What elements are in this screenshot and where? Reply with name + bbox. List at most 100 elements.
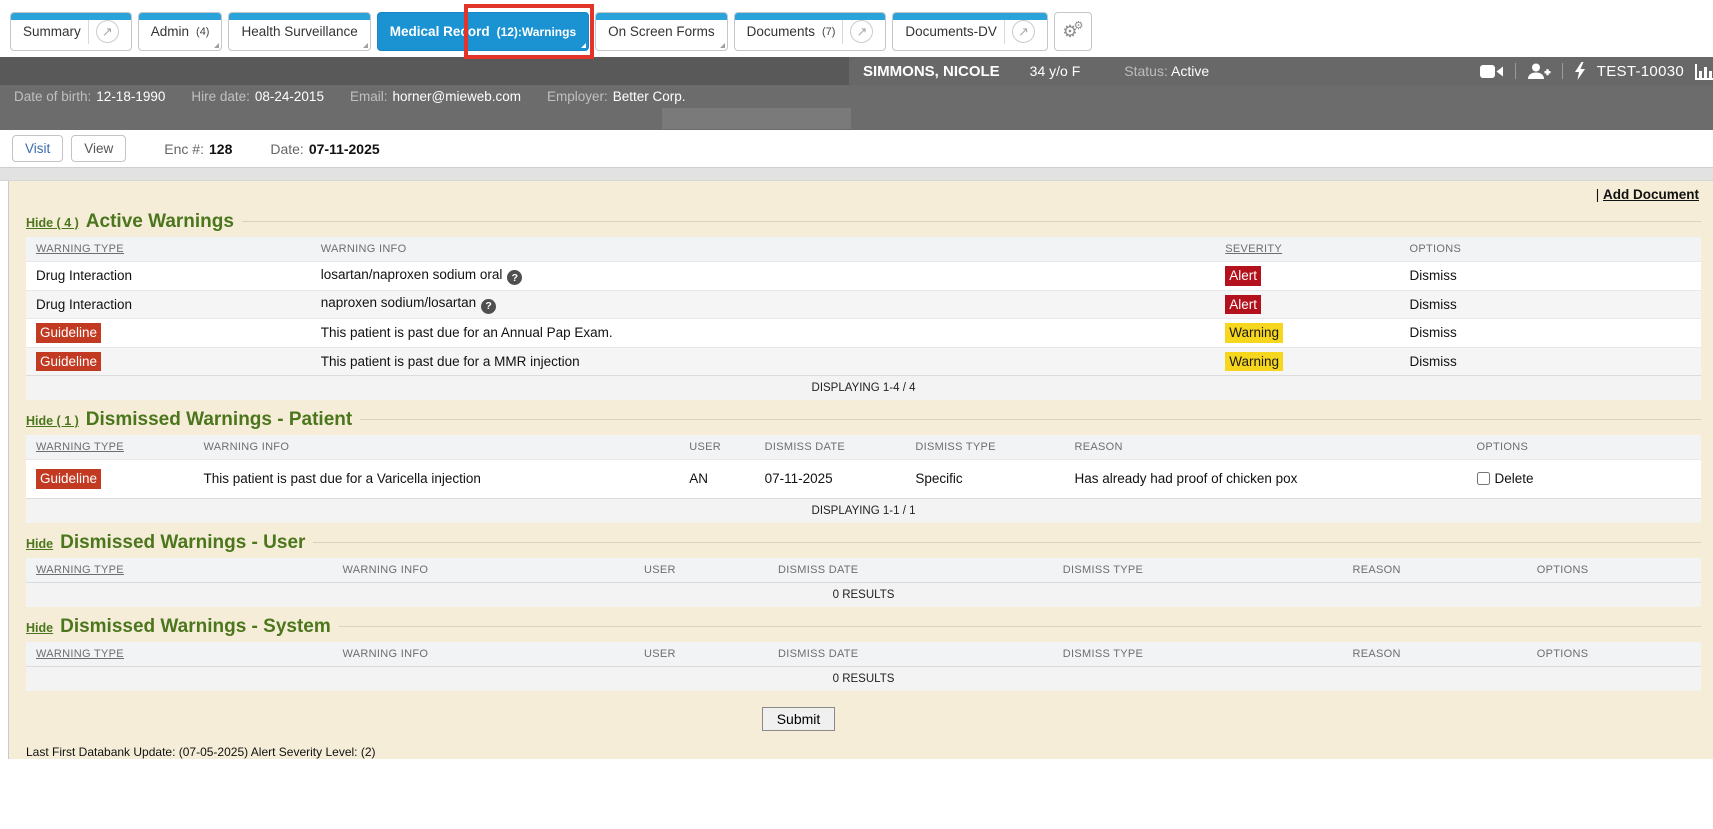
tab-on-screen-forms[interactable]: On Screen Forms (595, 12, 728, 51)
databank-note: Last First Databank Update: (07-05-2025)… (26, 745, 1701, 759)
help-icon[interactable]: ? (507, 270, 522, 285)
dismiss-type: Specific (905, 460, 1064, 499)
warning-type: Drug Interaction (26, 262, 311, 291)
dropdown-corner-icon (581, 43, 586, 48)
dob-field: Date of birth:12-18-1990 (14, 89, 165, 104)
hide-patient-link[interactable]: Hide ( 1 ) (26, 414, 79, 428)
popout-icon[interactable]: ↗ (850, 20, 873, 43)
lightning-icon[interactable] (1574, 62, 1586, 80)
visit-button[interactable]: Visit (12, 135, 63, 162)
encounter-row: Visit View Enc #:128 Date:07-11-2025 (0, 130, 1713, 167)
reason: Has already had proof of chicken pox (1065, 460, 1467, 499)
section-rule (360, 419, 1701, 420)
submit-button[interactable]: Submit (762, 707, 836, 731)
col-dismiss-type: DISMISS TYPE (1053, 558, 1343, 583)
warning-row: Guideline This patient is past due for a… (26, 319, 1701, 348)
warnings-content: | Add Document Hide ( 4 ) Active Warning… (0, 181, 1713, 759)
dismiss-link[interactable]: Dismiss (1410, 354, 1457, 369)
col-dismiss-type: DISMISS TYPE (905, 435, 1064, 460)
section-rule (242, 221, 1701, 222)
col-warning-type[interactable]: WARNING TYPE (26, 237, 311, 262)
hire-date-field: Hire date:08-24-2015 (191, 89, 324, 104)
dismiss-link[interactable]: Dismiss (1410, 297, 1457, 312)
tab-documents[interactable]: Documents (7) ↗ (734, 12, 887, 51)
col-dismiss-type: DISMISS TYPE (1053, 642, 1343, 667)
displaying-count: DISPLAYING 1-4 / 4 (26, 376, 1701, 401)
hide-system-link[interactable]: Hide (26, 621, 53, 635)
section-title: Dismissed Warnings - Patient (86, 409, 352, 431)
col-warning-info: WARNING INFO (333, 642, 635, 667)
banner-spacer (0, 108, 1713, 130)
tab-summary[interactable]: Summary ↗ (10, 12, 132, 51)
warning-info: This patient is past due for a Varicella… (194, 460, 680, 499)
displaying-count: DISPLAYING 1-1 / 1 (26, 498, 1701, 523)
tab-label: Documents (747, 24, 815, 39)
encounter-date: Date:07-11-2025 (270, 141, 379, 157)
tab-count: (4) (196, 26, 209, 38)
col-dismiss-date: DISMISS DATE (768, 558, 1053, 583)
add-document-link[interactable]: Add Document (1603, 187, 1699, 202)
col-dismiss-date: DISMISS DATE (755, 435, 906, 460)
dismiss-link[interactable]: Dismiss (1410, 268, 1457, 283)
warning-row: Drug Interaction naproxen sodium/losarta… (26, 290, 1701, 319)
col-reason: REASON (1065, 435, 1467, 460)
col-dismiss-date: DISMISS DATE (768, 642, 1053, 667)
help-icon[interactable]: ? (481, 299, 496, 314)
section-title: Active Warnings (86, 211, 234, 233)
tab-admin[interactable]: Admin (4) (138, 12, 223, 51)
warning-row: Guideline This patient is past due for a… (26, 347, 1701, 376)
video-camera-icon[interactable] (1480, 64, 1504, 79)
user: AN (679, 460, 754, 499)
col-warning-type[interactable]: WARNING TYPE (26, 435, 194, 460)
severity-badge: Warning (1225, 352, 1283, 372)
dismissed-patient-header: Hide ( 1 ) Dismissed Warnings - Patient (26, 409, 1701, 431)
dismiss-date: 07-11-2025 (755, 460, 906, 499)
paging-row: DISPLAYING 1-1 / 1 (26, 498, 1701, 523)
col-reason: REASON (1343, 558, 1527, 583)
gear-icon-small: ⚙ (1074, 21, 1084, 32)
paging-row: DISPLAYING 1-4 / 4 (26, 376, 1701, 401)
section-title: Dismissed Warnings - User (60, 532, 305, 554)
dismissed-row: Guideline This patient is past due for a… (26, 460, 1701, 499)
add-person-icon[interactable] (1527, 63, 1551, 80)
dismissed-system-table: WARNING TYPE WARNING INFO USER DISMISS D… (26, 642, 1701, 691)
active-warnings-table: WARNING TYPE WARNING INFO SEVERITY OPTIO… (26, 237, 1701, 400)
col-options: OPTIONS (1400, 237, 1702, 262)
warning-type-badge: Guideline (36, 352, 101, 372)
warning-info: This patient is past due for a MMR injec… (311, 347, 1216, 376)
view-button[interactable]: View (71, 135, 126, 162)
hide-active-link[interactable]: Hide ( 4 ) (26, 216, 79, 230)
popout-icon[interactable]: ↗ (96, 20, 119, 43)
dismiss-link[interactable]: Dismiss (1410, 325, 1457, 340)
delete-checkbox[interactable] (1477, 472, 1490, 485)
tab-documents-dv[interactable]: Documents-DV ↗ (892, 12, 1048, 51)
tab-label: Medical Record (390, 24, 490, 39)
col-warning-type[interactable]: WARNING TYPE (26, 642, 333, 667)
section-title: Dismissed Warnings - System (60, 616, 331, 638)
col-severity[interactable]: SEVERITY (1215, 237, 1399, 262)
tab-medical-record-warnings[interactable]: Medical Record (12):Warnings (377, 12, 589, 51)
col-reason: REASON (1343, 642, 1527, 667)
warning-type-badge: Guideline (36, 469, 101, 489)
divider (88, 19, 89, 44)
tab-health-surveillance[interactable]: Health Surveillance (228, 12, 370, 51)
popout-icon[interactable]: ↗ (1012, 20, 1035, 43)
severity-badge: Warning (1225, 323, 1283, 343)
severity-badge: Alert (1225, 266, 1261, 286)
encounter-number: Enc #:128 (164, 141, 232, 157)
warning-type: Drug Interaction (26, 290, 311, 319)
col-warning-type[interactable]: WARNING TYPE (26, 558, 333, 583)
warning-type-badge: Guideline (36, 323, 101, 343)
settings-button[interactable]: ⚙ ⚙ (1054, 12, 1092, 51)
table-header-row: WARNING TYPE WARNING INFO USER DISMISS D… (26, 558, 1701, 583)
tab-bar: Summary ↗ Admin (4) Health Surveillance … (0, 0, 1713, 57)
table-header-row: WARNING TYPE WARNING INFO USER DISMISS D… (26, 642, 1701, 667)
chart-icon[interactable] (1695, 62, 1713, 80)
dropdown-corner-icon (720, 43, 725, 48)
hide-user-link[interactable]: Hide (26, 537, 53, 551)
table-header-row: WARNING TYPE WARNING INFO SEVERITY OPTIO… (26, 237, 1701, 262)
email-field: Email:horner@mieweb.com (350, 89, 521, 104)
patient-name: SIMMONS, NICOLE (863, 63, 1000, 80)
patient-status: Status: Active (1124, 63, 1209, 79)
tab-label: On Screen Forms (608, 24, 715, 39)
